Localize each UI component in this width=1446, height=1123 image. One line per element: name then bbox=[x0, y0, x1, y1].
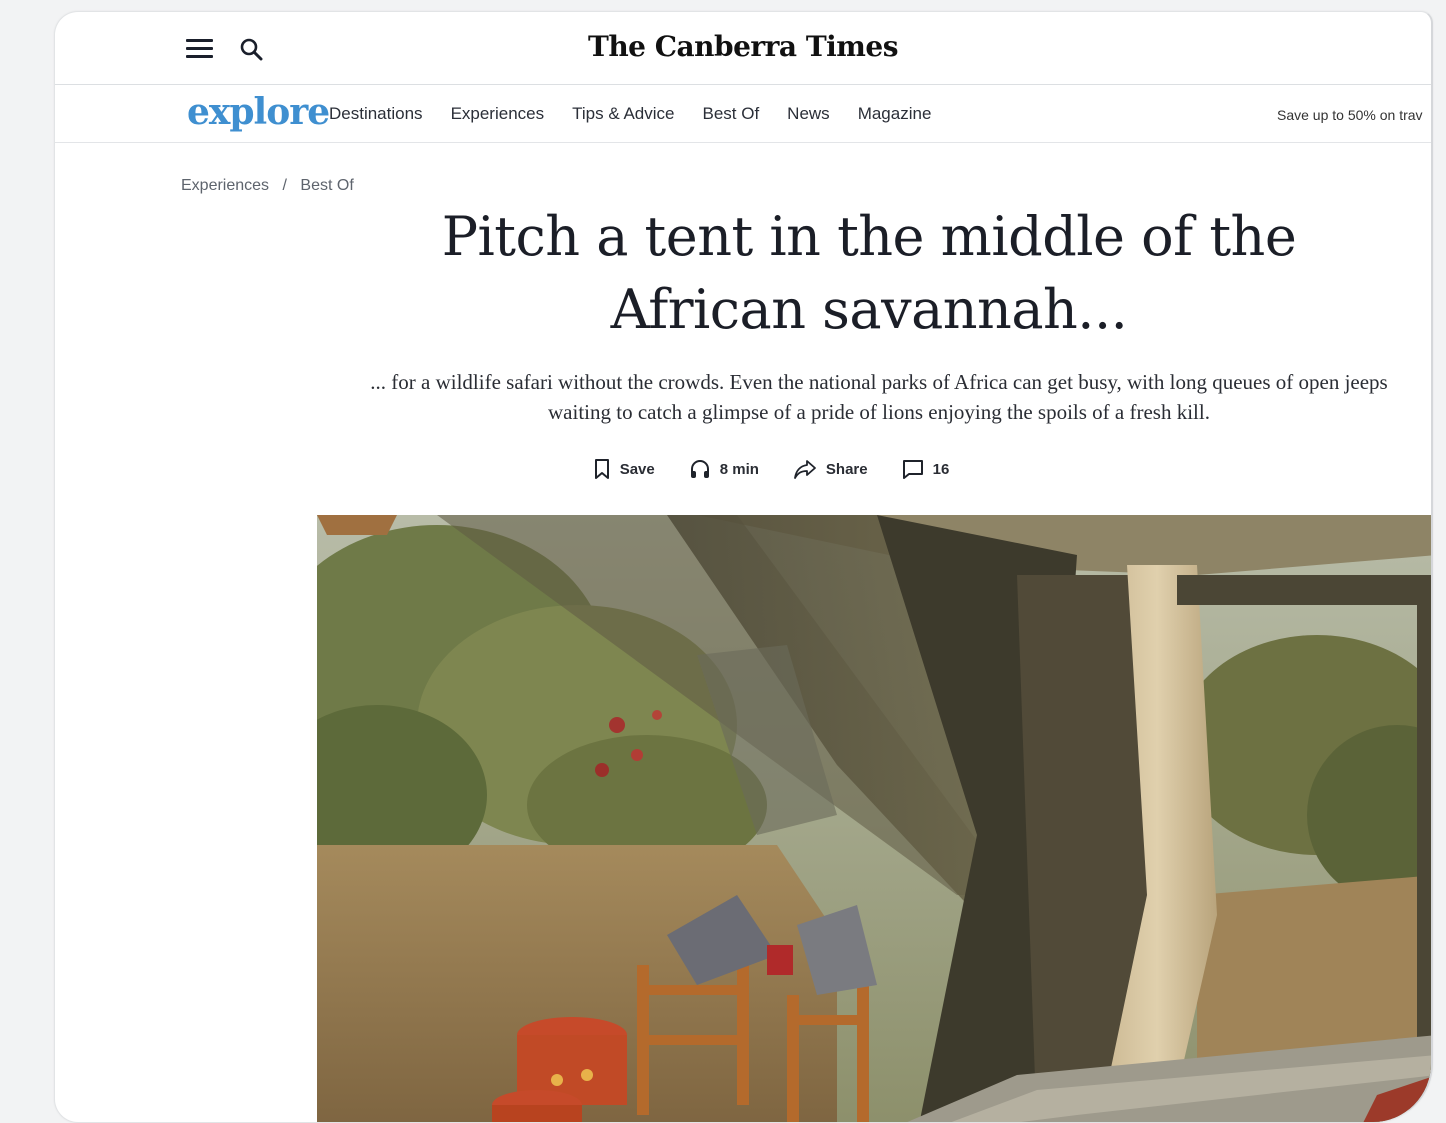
standfirst-line-1: ... for a wildlife safari without the cr… bbox=[370, 370, 1388, 394]
nav-link-tips-advice[interactable]: Tips & Advice bbox=[572, 104, 674, 124]
article-actions: Save 8 min Share 16 bbox=[55, 458, 1431, 480]
share-label: Share bbox=[825, 460, 868, 478]
standfirst-line-2: waiting to catch a glimpse of a pride of… bbox=[548, 400, 1210, 424]
breadcrumb-best-of[interactable]: Best Of bbox=[300, 177, 353, 194]
masthead: The Canberra Times bbox=[55, 12, 1431, 85]
safari-tent-photo bbox=[317, 515, 1431, 1122]
nav-link-magazine[interactable]: Magazine bbox=[858, 104, 932, 124]
comment-icon bbox=[902, 460, 923, 479]
nav-link-news[interactable]: News bbox=[787, 104, 830, 124]
comments-button[interactable]: 16 bbox=[902, 458, 950, 480]
share-icon bbox=[794, 460, 816, 479]
breadcrumb-experiences[interactable]: Experiences bbox=[181, 177, 269, 194]
article-title-line-1: Pitch a tent in the middle of the bbox=[441, 205, 1297, 268]
section-navbar: explore Destinations Experiences Tips & … bbox=[55, 85, 1431, 143]
headphones-icon bbox=[690, 460, 709, 478]
article-standfirst: ... for a wildlife safari without the cr… bbox=[319, 367, 1431, 427]
listen-duration: 8 min bbox=[719, 460, 759, 478]
share-button[interactable]: Share bbox=[793, 458, 868, 480]
article-title-line-2: African savannah... bbox=[610, 278, 1128, 341]
breadcrumb-separator: / bbox=[282, 177, 287, 194]
save-button[interactable]: Save bbox=[593, 458, 655, 480]
nav-link-best-of[interactable]: Best Of bbox=[702, 104, 759, 124]
listen-button[interactable]: 8 min bbox=[689, 458, 759, 480]
nav-link-destinations[interactable]: Destinations bbox=[329, 104, 423, 124]
nav-links: Destinations Experiences Tips & Advice B… bbox=[329, 104, 959, 124]
promo-link[interactable]: Save up to 50% on trav bbox=[1277, 107, 1423, 123]
browser-window: The Canberra Times explore Destinations … bbox=[54, 11, 1433, 1123]
site-brand-logo[interactable]: The Canberra Times bbox=[55, 30, 1431, 63]
breadcrumb: Experiences / Best Of bbox=[181, 177, 354, 195]
comments-count: 16 bbox=[932, 460, 950, 478]
nav-link-experiences[interactable]: Experiences bbox=[451, 104, 545, 124]
bookmark-icon bbox=[594, 459, 609, 479]
explore-logo[interactable]: explore bbox=[187, 91, 330, 133]
save-label: Save bbox=[619, 460, 655, 478]
article-title: Pitch a tent in the middle of the Africa… bbox=[309, 200, 1429, 346]
